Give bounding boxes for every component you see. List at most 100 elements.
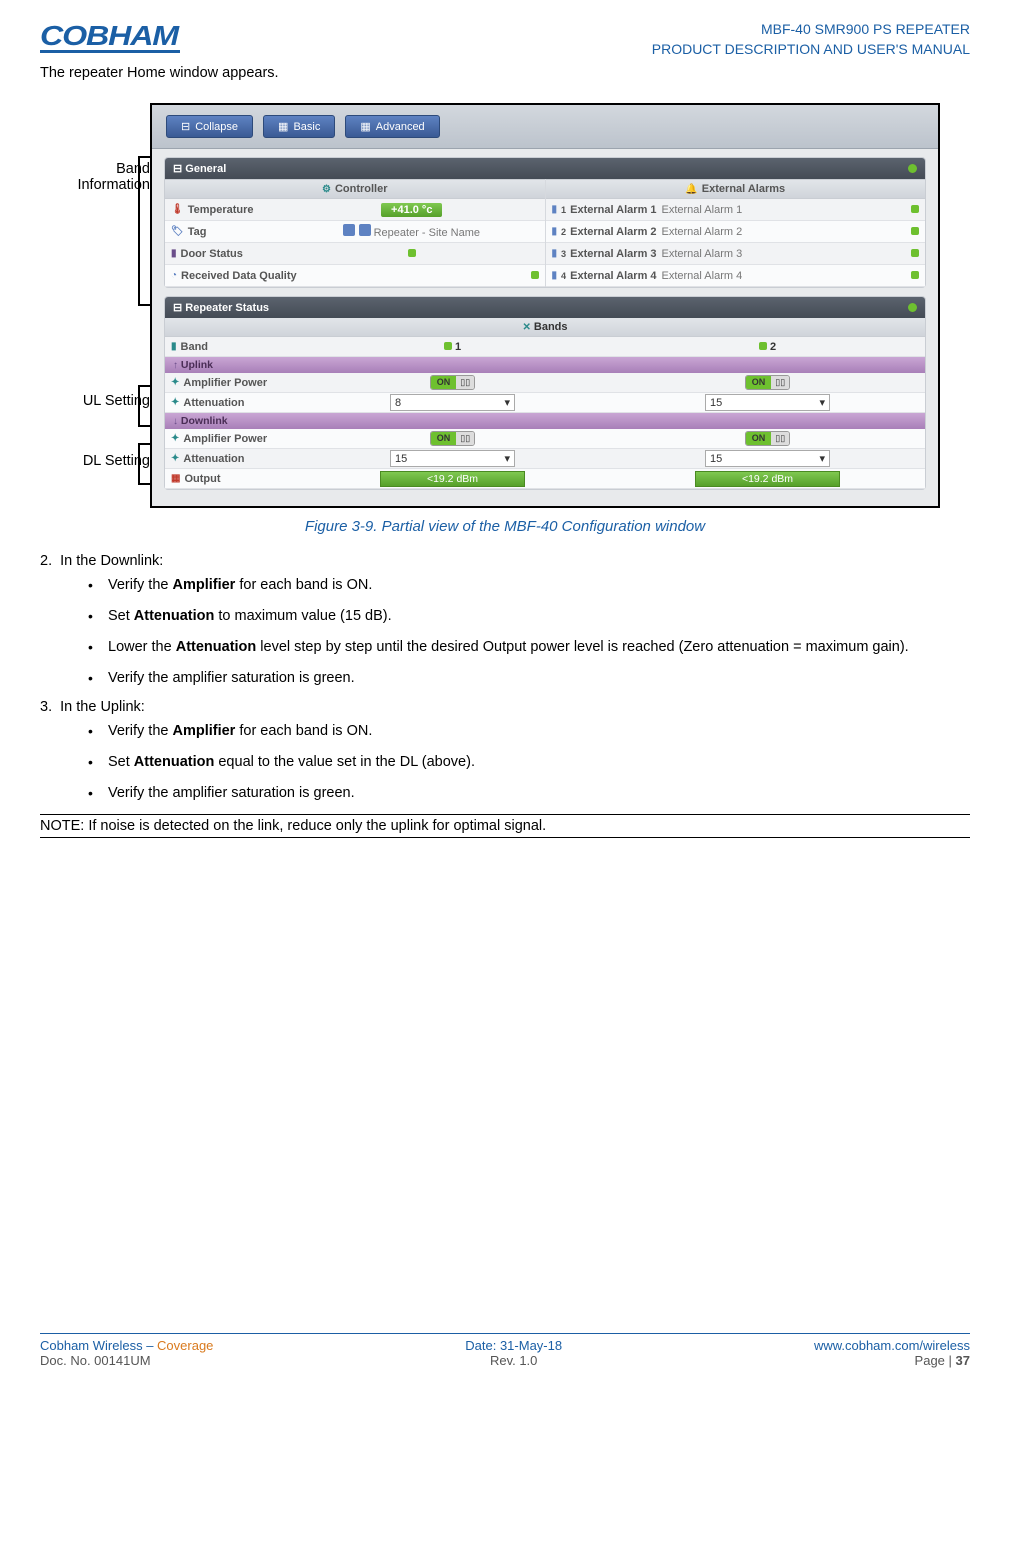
atten-icon: ✦	[171, 397, 179, 408]
band-number-row: ▮Band 1 2	[165, 337, 925, 357]
general-header[interactable]: ⊟ General	[165, 158, 925, 179]
temperature-row: 🌡Temperature +41.0 °c	[165, 199, 545, 221]
grid-icon: ▦	[278, 120, 288, 133]
page-footer: Cobham Wireless – Coverage Doc. No. 0014…	[40, 1333, 970, 1368]
door-status-indicator	[408, 249, 416, 257]
controller-icon: ⚙	[322, 184, 331, 195]
alarm-1-status	[911, 205, 919, 213]
door-icon: ▮	[171, 248, 177, 259]
grid-icon: ▦	[360, 120, 370, 133]
dl-amp-power-row: ✦Amplifier Power ON▯▯ ON▯▯	[165, 429, 925, 449]
header-title-1: MBF-40 SMR900 PS REPEATER	[652, 20, 970, 40]
ul-amp-power-row: ✦Amplifier Power ON▯▯ ON▯▯	[165, 373, 925, 393]
step-2-bullet-1: Verify the Amplifier for each band is ON…	[116, 575, 970, 596]
basic-button[interactable]: ▦Basic	[263, 115, 335, 138]
figure-area: Band Information UL Setting DL Setting ⊟…	[40, 103, 970, 508]
footer-left: Cobham Wireless – Coverage Doc. No. 0014…	[40, 1338, 213, 1368]
header-titles: MBF-40 SMR900 PS REPEATER PRODUCT DESCRI…	[652, 20, 970, 59]
ul-atten-1-input[interactable]: 8▾	[390, 394, 515, 411]
bracket-band-info	[138, 156, 150, 306]
footer-right: www.cobham.com/wireless Page | 37	[814, 1338, 970, 1368]
chevron-down-icon: ▾	[504, 396, 510, 409]
atten-icon: ✦	[171, 453, 179, 464]
output-row: ▦Output <19.2 dBm <19.2 dBm	[165, 469, 925, 489]
ul-amp-1-switch[interactable]: ON▯▯	[430, 375, 475, 390]
alarm-icon: ▮	[552, 204, 558, 215]
external-alarms-subheader: 🔔External Alarms	[546, 179, 926, 199]
ext-alarm-3-row: ▮3 External Alarm 3External Alarm 3	[546, 243, 926, 265]
bracket-ul	[138, 385, 150, 427]
chevron-down-icon: ▾	[504, 452, 510, 465]
step-3-bullet-3: Verify the amplifier saturation is green…	[116, 783, 970, 804]
collapse-icon: ⊟	[173, 302, 185, 314]
amp-icon: ✦	[171, 377, 179, 388]
step-2-bullet-4: Verify the amplifier saturation is green…	[116, 668, 970, 689]
uplink-icon: ↑	[173, 360, 178, 371]
bands-subheader: ✕ Bands	[165, 318, 925, 337]
alarm-3-status	[911, 249, 919, 257]
step-3: 3. In the Uplink: Verify the Amplifier f…	[40, 699, 970, 804]
repeater-status-header[interactable]: ⊟ Repeater Status	[165, 297, 925, 318]
dl-atten-2-input[interactable]: 15▾	[705, 450, 830, 467]
dl-amp-2-switch[interactable]: ON▯▯	[745, 431, 790, 446]
advanced-button[interactable]: ▦Advanced	[345, 115, 439, 138]
page-header: COBHAM MBF-40 SMR900 PS REPEATER PRODUCT…	[40, 20, 970, 59]
config-screenshot: ⊟Collapse ▦Basic ▦Advanced ⊟ General ⚙Co…	[150, 103, 940, 508]
rdq-status-indicator	[531, 271, 539, 279]
uplink-header: ↑ Uplink	[165, 357, 925, 373]
intro-text: The repeater Home window appears.	[40, 65, 970, 81]
dl-atten-1-input[interactable]: 15▾	[390, 450, 515, 467]
step-2: 2. In the Downlink: Verify the Amplifier…	[40, 553, 970, 689]
tag-value: Repeater - Site Name	[374, 227, 480, 239]
ul-attenuation-row: ✦Attenuation 8▾ 15▾	[165, 393, 925, 413]
lock-icon[interactable]	[343, 224, 355, 236]
output-2-value: <19.2 dBm	[695, 471, 840, 487]
collapse-button[interactable]: ⊟Collapse	[166, 115, 253, 138]
edit-icon[interactable]	[359, 224, 371, 236]
thermometer-icon: 🌡	[171, 204, 184, 215]
alarm-icon: ▮	[552, 226, 558, 237]
signal-icon: ◔	[171, 270, 177, 281]
collapse-icon: ⊟	[173, 163, 185, 175]
band-icon: ▮	[171, 341, 177, 352]
chevron-down-icon: ▾	[819, 452, 825, 465]
status-dot-icon	[908, 164, 917, 173]
temperature-value: +41.0 °c	[381, 203, 442, 217]
door-status-row: ▮Door Status	[165, 243, 545, 265]
ul-atten-2-input[interactable]: 15▾	[705, 394, 830, 411]
status-dot-icon	[908, 303, 917, 312]
footer-center: Date: 31-May-18 Rev. 1.0	[465, 1338, 562, 1368]
output-1-value: <19.2 dBm	[380, 471, 525, 487]
logo-text: COBHAM	[40, 20, 201, 52]
figure-caption: Figure 3-9. Partial view of the MBF-40 C…	[40, 518, 970, 535]
step-2-bullet-3: Lower the Attenuation level step by step…	[116, 637, 970, 658]
rdq-row: ◔Received Data Quality	[165, 265, 545, 287]
output-icon: ▦	[171, 473, 180, 484]
amp-icon: ✦	[171, 433, 179, 444]
dl-amp-1-switch[interactable]: ON▯▯	[430, 431, 475, 446]
collapse-icon: ⊟	[181, 120, 190, 133]
downlink-icon: ↓	[173, 416, 178, 427]
note-box: NOTE: If noise is detected on the link, …	[40, 814, 970, 838]
band-1-status	[444, 342, 452, 350]
brand-logo: COBHAM	[40, 20, 180, 53]
step-2-bullet-2: Set Attenuation to maximum value (15 dB)…	[116, 606, 970, 627]
bracket-dl	[138, 443, 150, 485]
controller-subheader: ⚙Controller	[165, 179, 545, 199]
ext-alarm-4-row: ▮4 External Alarm 4External Alarm 4	[546, 265, 926, 287]
bands-icon: ✕	[522, 322, 530, 333]
alarm-icon: ▮	[552, 270, 558, 281]
ext-alarm-1-row: ▮1 External Alarm 1External Alarm 1	[546, 199, 926, 221]
step-3-bullet-2: Set Attenuation equal to the value set i…	[116, 752, 970, 773]
ext-alarm-2-row: ▮2 External Alarm 2External Alarm 2	[546, 221, 926, 243]
ul-amp-2-switch[interactable]: ON▯▯	[745, 375, 790, 390]
instruction-list: 2. In the Downlink: Verify the Amplifier…	[40, 553, 970, 804]
dl-attenuation-row: ✦Attenuation 15▾ 15▾	[165, 449, 925, 469]
bell-icon: 🔔	[685, 184, 697, 195]
alarm-4-status	[911, 271, 919, 279]
app-toolbar: ⊟Collapse ▦Basic ▦Advanced	[152, 105, 938, 149]
callout-band-info: Band Information	[40, 161, 150, 193]
band-2-status	[759, 342, 767, 350]
chevron-down-icon: ▾	[819, 396, 825, 409]
header-title-2: PRODUCT DESCRIPTION AND USER'S MANUAL	[652, 40, 970, 60]
